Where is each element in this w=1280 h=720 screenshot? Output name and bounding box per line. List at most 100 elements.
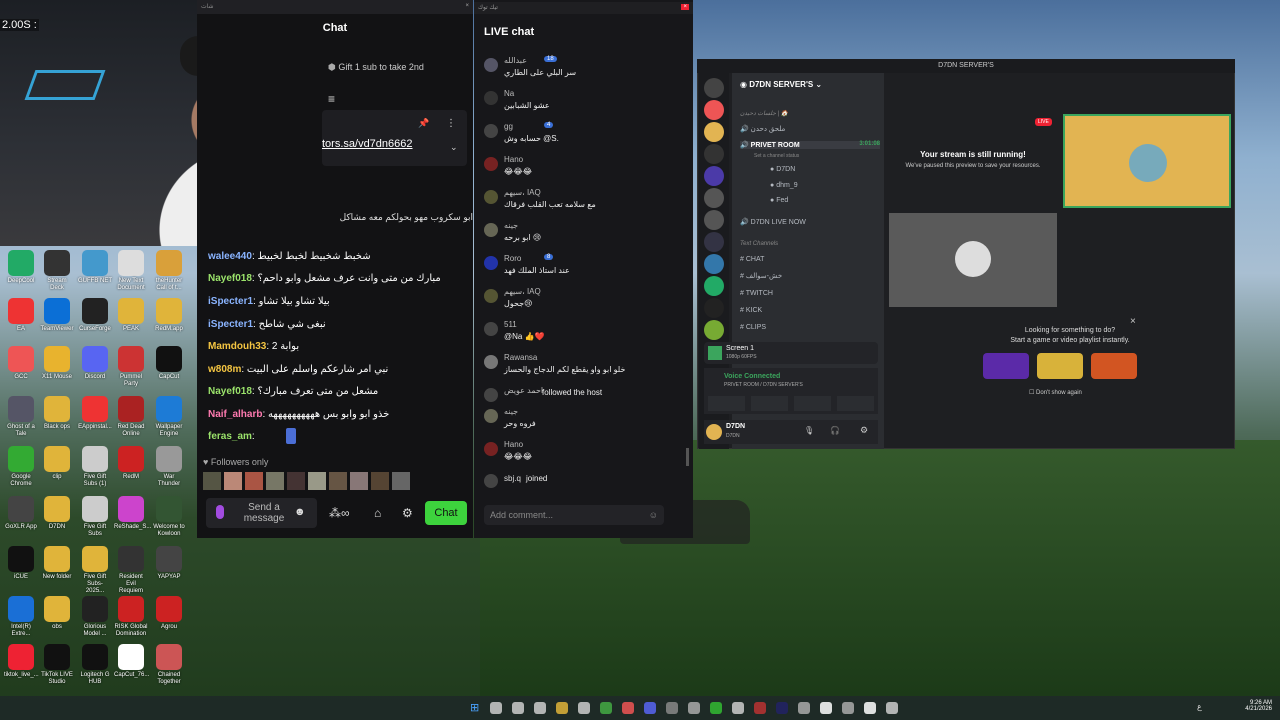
scrollbar[interactable]: [686, 448, 689, 466]
avatar[interactable]: [484, 474, 498, 488]
channel-voice[interactable]: 🔊 PRIVET ROOM 3:01:08: [740, 141, 880, 149]
server-icon[interactable]: [704, 188, 724, 208]
live-chat-username[interactable]: احمد عويض: [504, 386, 543, 395]
desktop-icon[interactable]: GUFFB NET: [78, 250, 112, 285]
soundboard-icon[interactable]: [837, 396, 874, 411]
server-icon[interactable]: [704, 166, 724, 186]
people-icon[interactable]: ⁂∞: [329, 506, 350, 520]
desktop-icon[interactable]: EA: [4, 298, 38, 333]
channel-text[interactable]: # CHAT: [740, 256, 764, 263]
avatar[interactable]: [484, 124, 498, 138]
taskbar-app-icon[interactable]: [842, 702, 854, 714]
chat-username[interactable]: feras_am: [208, 431, 252, 442]
desktop-icon[interactable]: Intel(R) Extre...: [4, 596, 38, 638]
server-icon[interactable]: [704, 276, 724, 296]
screen-share-card[interactable]: Screen 1 1080p 60FPS: [704, 342, 878, 364]
chat-username[interactable]: iSpecter1: [208, 319, 253, 330]
send-message-input[interactable]: Send a message ☻: [206, 498, 317, 528]
channel-member[interactable]: ● dhm_9: [770, 182, 798, 189]
activity-card[interactable]: [1037, 353, 1083, 379]
desktop-icon[interactable]: RISK Global Domination: [114, 596, 148, 638]
avatar[interactable]: [484, 91, 498, 105]
desktop-icon[interactable]: New folder: [40, 546, 74, 581]
share-screen-icon[interactable]: [751, 396, 788, 411]
live-chat-username[interactable]: جينه: [504, 221, 518, 230]
headphones-icon[interactable]: 🎧: [830, 426, 840, 435]
taskbar-app-icon[interactable]: [798, 702, 810, 714]
taskbar-app-icon[interactable]: [512, 702, 524, 714]
desktop-icon[interactable]: CurseForge: [78, 298, 112, 333]
channel-member[interactable]: ● Fed: [770, 197, 788, 204]
desktop-icon[interactable]: Five Gift Subs: [78, 496, 112, 538]
server-icon[interactable]: [704, 100, 724, 120]
desktop-icon[interactable]: ReShade_S...: [114, 496, 151, 531]
desktop-icon[interactable]: GCC: [4, 346, 38, 381]
start-icon[interactable]: ⊞: [470, 701, 479, 714]
taskbar-app-icon[interactable]: [864, 702, 876, 714]
desktop-icon[interactable]: tiktok_live_...: [4, 644, 39, 679]
live-chat-username[interactable]: gg: [504, 122, 513, 131]
pinned-link[interactable]: tors.sa/vd7dn6662: [322, 138, 413, 150]
live-chat-username[interactable]: سيهم، IAQ: [504, 188, 541, 197]
desktop-icon[interactable]: D7DN: [40, 496, 74, 531]
live-chat-username[interactable]: Hano: [504, 440, 523, 449]
desktop-icon[interactable]: iCUE: [4, 546, 38, 581]
emoji-icon[interactable]: ☺: [649, 510, 658, 520]
desktop-icon[interactable]: X11 Mouse: [40, 346, 74, 381]
live-chat-username[interactable]: Hano: [504, 155, 523, 164]
taskbar-app-icon[interactable]: [600, 702, 612, 714]
live-chat-username[interactable]: 511: [504, 320, 517, 329]
chat-username[interactable]: iSpecter1: [208, 296, 253, 307]
chat-username[interactable]: Nayef018: [208, 386, 252, 397]
taskbar-app-icon[interactable]: [622, 702, 634, 714]
close-icon[interactable]: ×: [681, 4, 689, 10]
desktop-icon[interactable]: Pummel Party: [114, 346, 148, 388]
desktop-icon[interactable]: Wallpaper Engine: [152, 396, 186, 438]
desktop-icon[interactable]: Ghost of a Tale: [4, 396, 38, 438]
taskbar-app-icon[interactable]: [732, 702, 744, 714]
close-icon[interactable]: ×: [465, 3, 469, 9]
taskbar-app-icon[interactable]: [754, 702, 766, 714]
avatar[interactable]: [484, 190, 498, 204]
server-icon[interactable]: [704, 232, 724, 252]
clock[interactable]: 9:26 AM 4/21/2026: [1242, 700, 1272, 712]
avatar[interactable]: [484, 289, 498, 303]
taskbar-app-icon[interactable]: [556, 702, 568, 714]
mic-icon[interactable]: 🎙: [804, 426, 814, 435]
chat-username[interactable]: Naif_alharb: [208, 409, 262, 420]
taskbar-app-icon[interactable]: [688, 702, 700, 714]
avatar[interactable]: [484, 322, 498, 336]
server-icon[interactable]: [704, 78, 724, 98]
live-chat-username[interactable]: Roro: [504, 254, 521, 263]
live-chat-username[interactable]: سيهم، IAQ: [504, 287, 541, 296]
channel-text[interactable]: # KICK: [740, 307, 762, 314]
desktop-icon[interactable]: CapCut: [152, 346, 186, 381]
gift-banner[interactable]: ⬢ Gift 1 sub to take 2nd: [322, 56, 473, 80]
taskbar-app-icon[interactable]: [666, 702, 678, 714]
taskbar-app-icon[interactable]: [820, 702, 832, 714]
avatar[interactable]: [484, 58, 498, 72]
dont-show-checkbox[interactable]: ☐ Don't show again: [1029, 389, 1082, 396]
desktop-icon[interactable]: GoXLR App: [4, 496, 38, 531]
taskbar-app-icon[interactable]: [578, 702, 590, 714]
taskbar-app-icon[interactable]: [710, 702, 722, 714]
emoji-icon[interactable]: ☻: [294, 506, 306, 518]
desktop-icon[interactable]: RedM: [114, 446, 148, 481]
desktop-icon[interactable]: EAppinstal...: [78, 396, 112, 431]
desktop-icon[interactable]: TikTok LIVE Studio: [40, 644, 74, 686]
desktop-icon[interactable]: Glorious Model ...: [78, 596, 112, 638]
keyboard-lang[interactable]: ع: [1197, 702, 1202, 711]
channel-member[interactable]: ● D7DN: [770, 166, 795, 173]
chat-username[interactable]: walee440: [208, 251, 252, 262]
server-icon[interactable]: [704, 254, 724, 274]
camera-off-icon[interactable]: [708, 396, 745, 411]
desktop-icon[interactable]: Five Gift Subs-2025...: [78, 546, 112, 595]
server-name[interactable]: ◉ D7DN SERVER'S ⌄: [740, 80, 822, 89]
desktop-icon[interactable]: theHunter Call of t...: [152, 250, 186, 292]
avatar[interactable]: [484, 355, 498, 369]
desktop-icon[interactable]: CapCut_76...: [114, 644, 149, 679]
avatar[interactable]: [484, 409, 498, 423]
activity-icon[interactable]: [794, 396, 831, 411]
server-icon[interactable]: [704, 210, 724, 230]
chat-send-button[interactable]: Chat: [425, 501, 467, 525]
